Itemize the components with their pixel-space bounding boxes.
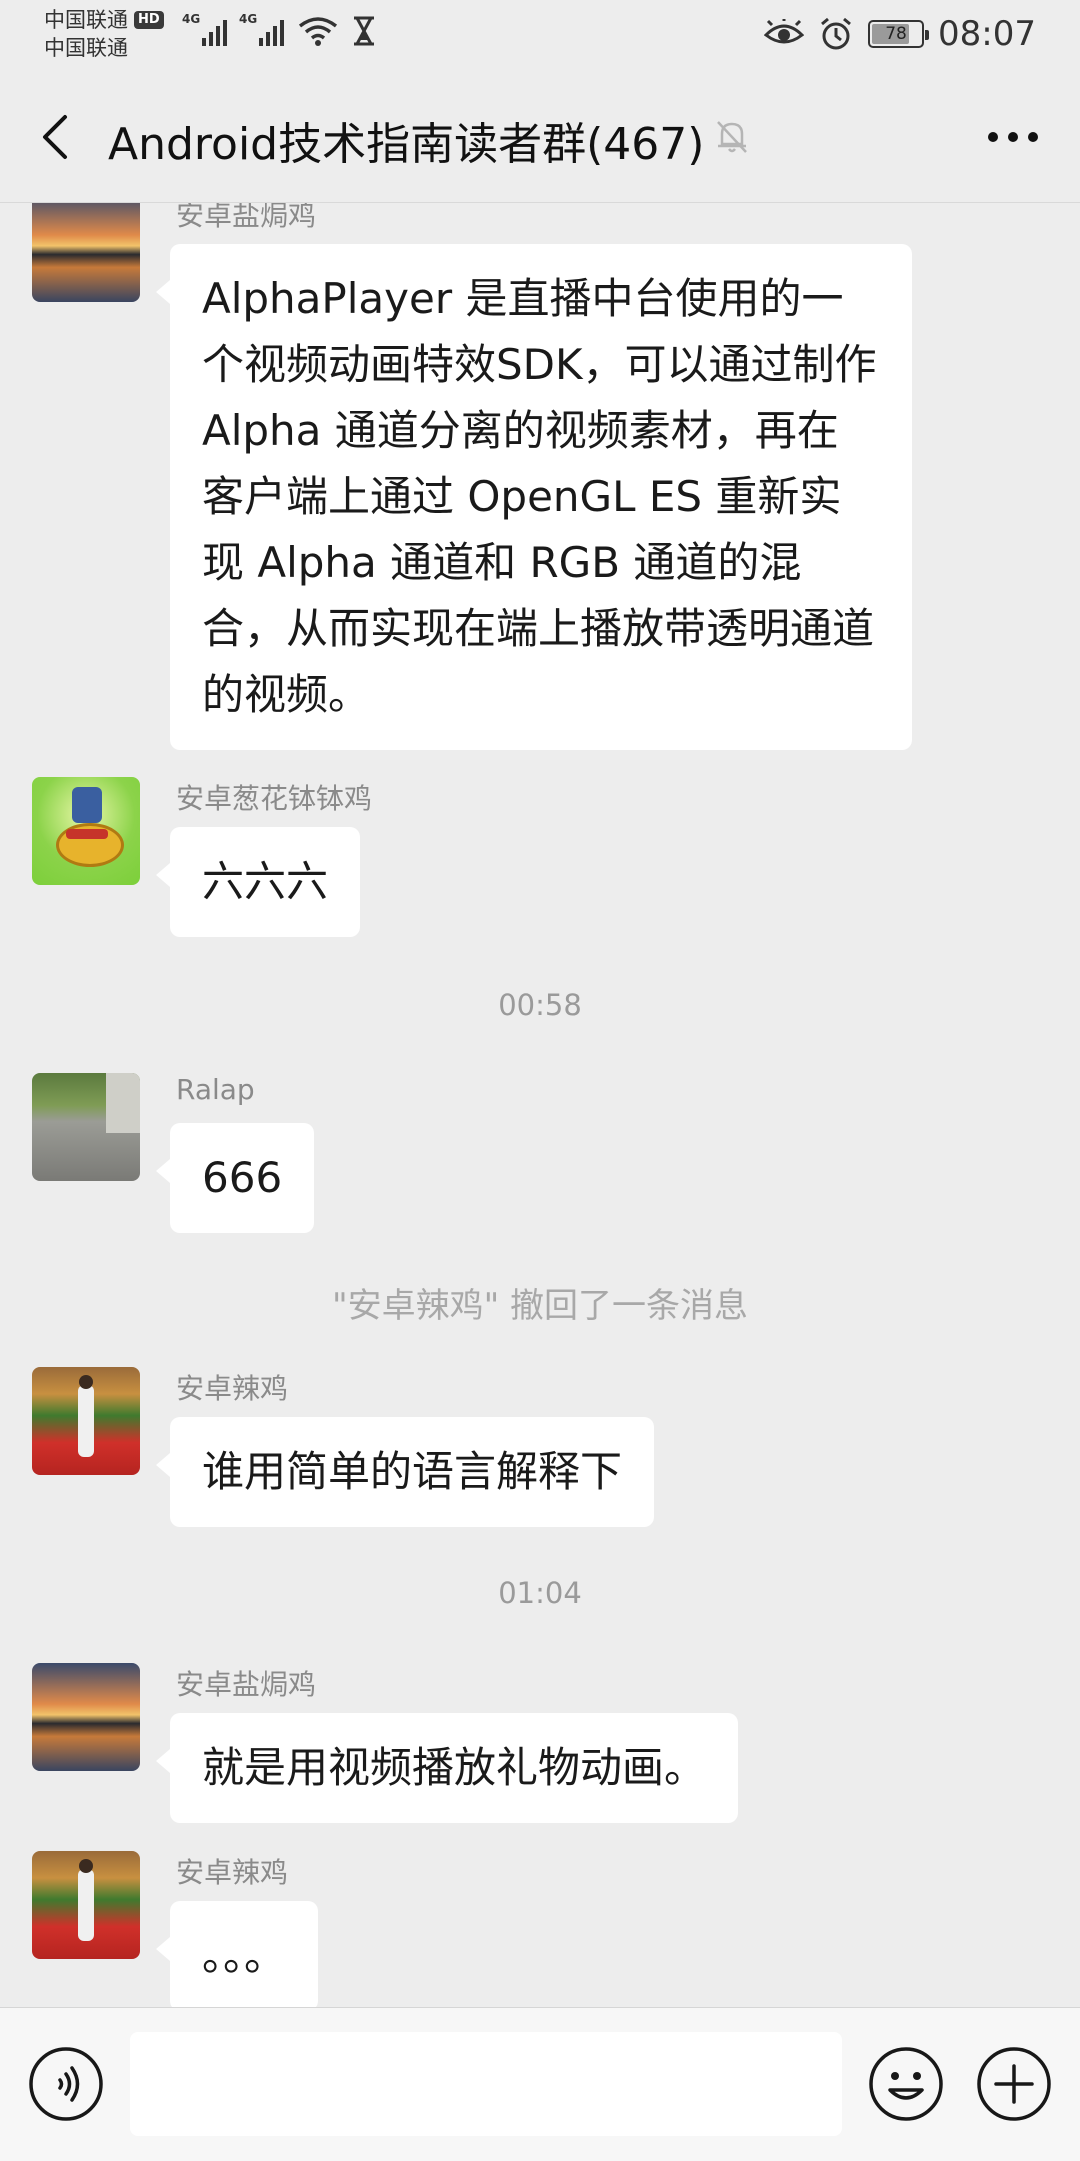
mute-bell-icon xyxy=(717,121,747,153)
network-1-label: 4G xyxy=(182,12,201,26)
network-2-label: 4G xyxy=(239,12,258,26)
more-options-button[interactable] xyxy=(978,112,1048,162)
message-bubble[interactable]: AlphaPlayer 是直播中台使用的一个视频动画特效SDK，可以通过制作 A… xyxy=(156,244,912,750)
voice-icon xyxy=(29,2047,103,2121)
message-input[interactable] xyxy=(130,2032,842,2136)
carrier-2: 中国联通 xyxy=(44,36,128,60)
sender-name: 安卓盐焗鸡 xyxy=(176,1668,317,1701)
carrier-info: 中国联通 HD 中国联通 xyxy=(44,6,164,62)
timestamp: 01:04 xyxy=(498,1576,582,1610)
avatar[interactable] xyxy=(32,1367,140,1475)
plus-icon xyxy=(977,2047,1051,2121)
avatar[interactable] xyxy=(32,1851,140,1959)
more-dots-icon xyxy=(988,132,1038,142)
emoji-button[interactable] xyxy=(868,2046,944,2122)
battery-indicator: 78 xyxy=(868,20,930,48)
message-bubble[interactable]: 666 xyxy=(155,1123,315,1233)
avatar[interactable] xyxy=(32,1073,140,1181)
sender-name: 安卓辣鸡 xyxy=(176,1372,289,1405)
message-bubble[interactable]: 。。。 xyxy=(155,1901,319,2007)
eye-icon xyxy=(764,19,805,44)
avatar[interactable] xyxy=(32,777,140,885)
status-bar: 中国联通 HD 中国联通 4G 4G 78 08:07 xyxy=(0,0,1080,72)
battery-level: 78 xyxy=(885,24,907,44)
voice-button[interactable] xyxy=(28,2046,104,2122)
sender-name: 安卓盐焗鸡 xyxy=(176,203,317,232)
message-bubble[interactable]: 谁用简单的语言解释下 xyxy=(155,1417,655,1527)
avatar[interactable] xyxy=(32,203,140,302)
clock: 08:07 xyxy=(938,14,1036,54)
carrier-1: 中国联通 xyxy=(44,8,128,32)
system-notice: "安卓辣鸡" 撤回了一条消息 xyxy=(331,1286,749,1326)
sender-name: 安卓葱花钵钵鸡 xyxy=(176,782,373,815)
sender-name: 安卓辣鸡 xyxy=(176,1856,289,1889)
signal-1-icon: 4G xyxy=(182,12,227,46)
wifi-icon xyxy=(298,17,338,46)
status-right: 78 08:07 xyxy=(764,14,1036,54)
back-arrow-icon xyxy=(43,115,67,159)
avatar[interactable] xyxy=(32,1663,140,1771)
input-bar xyxy=(0,2007,1080,2161)
chat-message-list[interactable]: 安卓盐焗鸡 AlphaPlayer 是直播中台使用的一个视频动画特效SDK，可以… xyxy=(0,203,1080,2007)
signal-indicators: 4G 4G xyxy=(182,12,376,46)
hourglass-icon xyxy=(354,16,374,46)
more-functions-button[interactable] xyxy=(976,2046,1052,2122)
emoji-icon xyxy=(869,2047,943,2121)
timestamp: 00:58 xyxy=(498,988,582,1022)
back-button[interactable] xyxy=(24,102,84,172)
sender-name: Ralap xyxy=(176,1073,255,1106)
alarm-icon xyxy=(821,17,851,50)
chat-header: Android技术指南读者群(467) xyxy=(0,72,1080,203)
message-bubble[interactable]: 就是用视频播放礼物动画。 xyxy=(155,1713,739,1823)
hd-badge: HD xyxy=(134,11,164,29)
signal-2-icon: 4G xyxy=(239,12,284,46)
chat-title: Android技术指南读者群(467) xyxy=(108,119,705,170)
message-bubble[interactable]: 六六六 xyxy=(155,827,361,937)
